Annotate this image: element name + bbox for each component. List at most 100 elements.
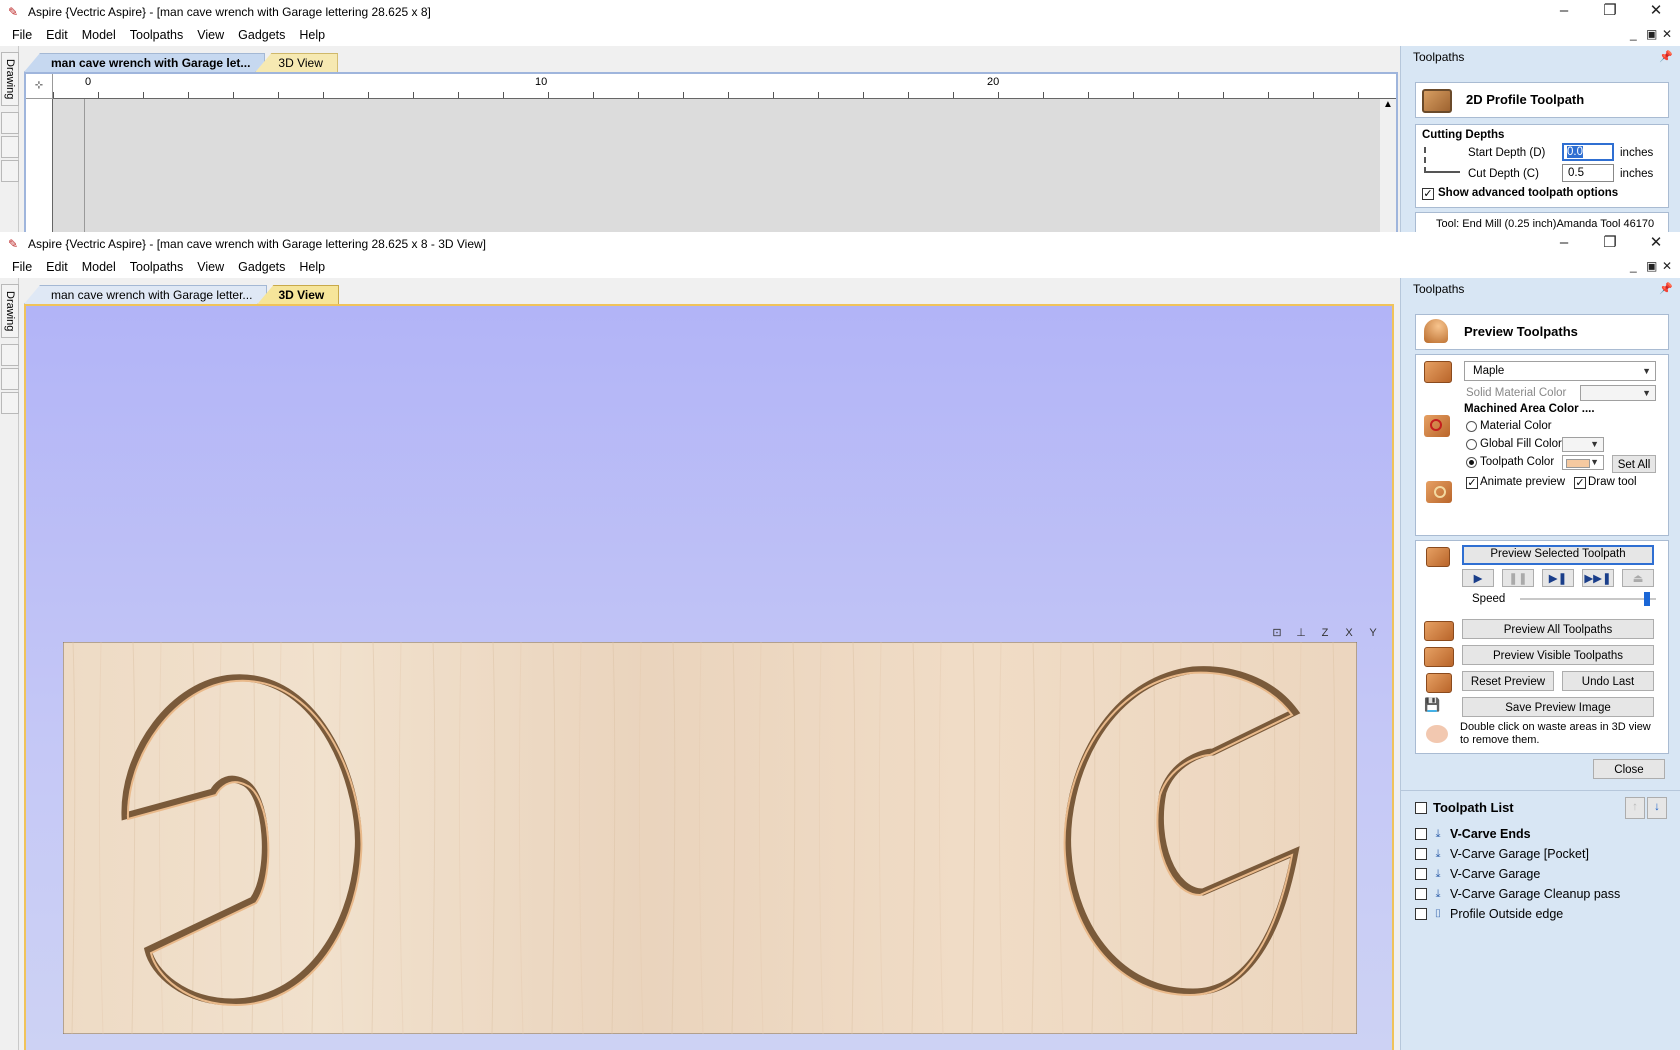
menu-model[interactable]: Model <box>75 24 123 46</box>
menu-help[interactable]: Help <box>292 256 332 278</box>
menu-toolpaths[interactable]: Toolpaths <box>123 24 191 46</box>
preview-selected-button[interactable]: Preview Selected Toolpath <box>1462 545 1654 565</box>
menu-gadgets[interactable]: Gadgets <box>231 24 292 46</box>
drawing-side-tab[interactable]: Drawing <box>1 52 19 107</box>
wood-board <box>63 642 1357 1034</box>
set-all-button[interactable]: Set All <box>1612 455 1656 473</box>
side-tab-2[interactable] <box>1 344 19 366</box>
chevron-down-icon: ▼ <box>1642 366 1651 376</box>
arrow-down-icon: ↓ <box>1654 801 1660 813</box>
menu-gadgets[interactable]: Gadgets <box>231 256 292 278</box>
vertical-scrollbar[interactable]: ▲ <box>1380 99 1396 232</box>
advanced-options-checkbox[interactable]: ✓ <box>1422 188 1434 200</box>
side-tab-4[interactable] <box>1 160 19 182</box>
vcarve-toolpath-icon: ⤓ <box>1435 828 1441 840</box>
mdi-close-icon[interactable]: ✕ <box>1662 27 1672 41</box>
x-view-icon[interactable]: X <box>1340 624 1358 642</box>
titlebar: ✎ Aspire {Vectric Aspire} - [man cave wr… <box>0 0 1680 24</box>
cut-depth-input[interactable]: 0.5 <box>1562 164 1614 182</box>
close-icon[interactable]: ✕ <box>1633 0 1679 24</box>
restore-icon[interactable]: ❐ <box>1587 232 1633 256</box>
toolpath-color-radio[interactable] <box>1466 457 1477 468</box>
draw-tool-checkbox[interactable]: ✓ <box>1574 477 1586 489</box>
speed-slider[interactable] <box>1520 592 1656 606</box>
tab-drawing[interactable]: man cave wrench with Garage letter... <box>24 285 268 304</box>
close-icon[interactable]: ✕ <box>1633 232 1679 256</box>
toolpath-visible-checkbox[interactable] <box>1415 828 1427 840</box>
menu-file[interactable]: File <box>0 24 39 46</box>
preview-visible-button[interactable]: Preview Visible Toolpaths <box>1462 645 1654 665</box>
menubar: File Edit Model Toolpaths View Gadgets H… <box>0 24 1680 46</box>
mdi-close-icon[interactable]: ✕ <box>1662 259 1672 273</box>
start-depth-input[interactable]: 0.0 <box>1562 143 1614 161</box>
speed-slider-thumb[interactable] <box>1643 592 1650 606</box>
move-down-button[interactable]: ↓ <box>1647 797 1667 819</box>
toolpath-list-select-all-checkbox[interactable] <box>1415 802 1427 814</box>
mdi-restore-icon[interactable]: ▣ <box>1646 259 1657 273</box>
animate-preview-checkbox[interactable]: ✓ <box>1466 477 1478 489</box>
solid-material-color-select[interactable]: ▼ <box>1580 385 1656 401</box>
toolpath-visible-checkbox[interactable] <box>1415 908 1427 920</box>
menu-model[interactable]: Model <box>75 256 123 278</box>
menu-view[interactable]: View <box>190 24 231 46</box>
tab-3d-view[interactable]: 3D View <box>255 53 338 72</box>
drawing-area[interactable]: ⊹ 0 10 20 ▲ <box>24 72 1398 232</box>
preview-all-button[interactable]: Preview All Toolpaths <box>1462 619 1654 639</box>
global-fill-color-select[interactable]: ▼ <box>1562 437 1604 452</box>
minimize-icon[interactable]: – <box>1541 232 1587 256</box>
fast-forward-button[interactable]: ▶▶❚ <box>1582 569 1614 587</box>
toolpath-visible-checkbox[interactable] <box>1415 848 1427 860</box>
toolpath-color-select[interactable]: ▼ <box>1562 455 1604 470</box>
pin-icon[interactable]: 📌 <box>1659 46 1673 68</box>
toolpath-row[interactable]: ⌷ Profile Outside edge <box>1415 905 1563 923</box>
side-tab-2[interactable] <box>1 112 19 134</box>
close-button[interactable]: Close <box>1593 759 1665 779</box>
toolpath-row[interactable]: ⤓ V-Carve Garage <box>1415 865 1540 883</box>
mdi-minimize-icon[interactable]: _ <box>1630 259 1637 273</box>
tab-drawing[interactable]: man cave wrench with Garage let... <box>24 53 266 72</box>
save-preview-image-button[interactable]: Save Preview Image <box>1462 697 1654 717</box>
panel-header: Toolpaths 📌 <box>1401 278 1680 300</box>
drawing-side-tab[interactable]: Drawing <box>1 284 19 339</box>
menu-help[interactable]: Help <box>292 24 332 46</box>
toolpath-row[interactable]: ⤓ V-Carve Garage Cleanup pass <box>1415 885 1620 903</box>
skip-to-end-icon: ▶▶❚ <box>1584 573 1612 585</box>
preview-toolpaths-title: Preview Toolpaths <box>1464 324 1578 339</box>
side-tab-3[interactable] <box>1 136 19 158</box>
minimize-icon[interactable]: – <box>1541 0 1587 24</box>
menu-view[interactable]: View <box>190 256 231 278</box>
undo-last-button[interactable]: Undo Last <box>1562 671 1654 691</box>
step-button[interactable]: ▶❚ <box>1542 569 1574 587</box>
z-view-icon[interactable]: Z <box>1316 624 1334 642</box>
menu-file[interactable]: File <box>0 256 39 278</box>
menu-edit[interactable]: Edit <box>39 256 75 278</box>
side-tab-4[interactable] <box>1 392 19 414</box>
mdi-minimize-icon[interactable]: _ <box>1630 27 1637 41</box>
iso-view-icon[interactable]: ⊥ <box>1292 624 1310 642</box>
stop-button[interactable]: ⏏ <box>1622 569 1654 587</box>
play-button[interactable]: ▶ <box>1462 569 1494 587</box>
reset-preview-button[interactable]: Reset Preview <box>1462 671 1554 691</box>
zoom-extents-icon[interactable]: ⊡ <box>1268 624 1286 642</box>
material-select[interactable]: Maple ▼ <box>1464 361 1656 381</box>
pin-icon[interactable]: 📌 <box>1659 278 1673 300</box>
global-fill-color-radio[interactable] <box>1466 439 1477 450</box>
mdi-restore-icon[interactable]: ▣ <box>1646 27 1657 41</box>
toolpath-visible-checkbox[interactable] <box>1415 868 1427 880</box>
pause-button[interactable]: ❚❚ <box>1502 569 1534 587</box>
toolpath-name: V-Carve Garage [Pocket] <box>1450 847 1589 861</box>
restore-icon[interactable]: ❐ <box>1587 0 1633 24</box>
menu-toolpaths[interactable]: Toolpaths <box>123 256 191 278</box>
toolpath-name: V-Carve Garage Cleanup pass <box>1450 887 1621 901</box>
material-color-radio[interactable] <box>1466 421 1477 432</box>
toolpath-row[interactable]: ⤓ V-Carve Ends <box>1415 825 1531 843</box>
side-tab-3[interactable] <box>1 368 19 390</box>
toolpath-visible-checkbox[interactable] <box>1415 888 1427 900</box>
tab-3d-view[interactable]: 3D View <box>257 285 340 304</box>
move-up-button[interactable]: ↑ <box>1625 797 1645 819</box>
material-group: Maple ▼ Solid Material Color ▼ Machined A… <box>1415 354 1669 536</box>
3d-view[interactable]: ⊡ ⊥ Z X Y <box>24 304 1394 1050</box>
menu-edit[interactable]: Edit <box>39 24 75 46</box>
y-view-icon[interactable]: Y <box>1364 624 1382 642</box>
toolpath-row[interactable]: ⤓ V-Carve Garage [Pocket] <box>1415 845 1589 863</box>
